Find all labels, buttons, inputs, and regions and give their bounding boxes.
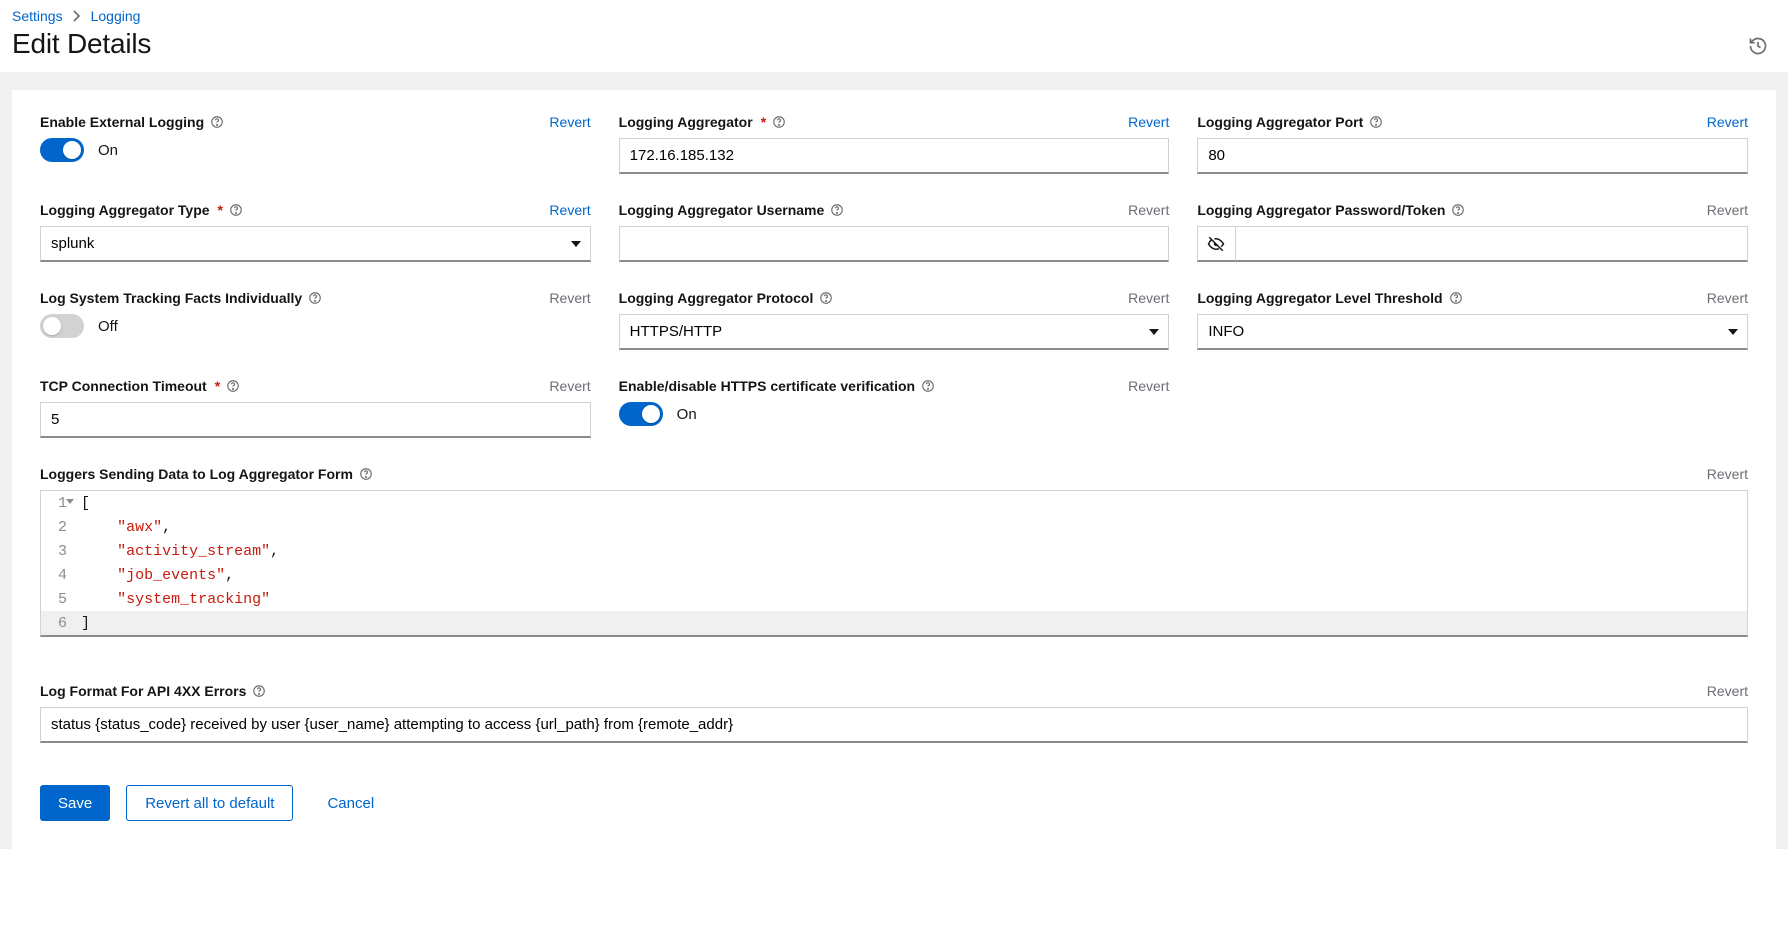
revert-log-system-tracking: Revert <box>549 290 590 306</box>
toggle-log-system-tracking[interactable] <box>40 314 84 338</box>
page-title: Edit Details <box>12 28 1776 60</box>
code-line: 6] <box>41 611 1747 635</box>
label-aggregator-username: Logging Aggregator Username <box>619 202 845 218</box>
toggle-state-text: On <box>98 142 118 159</box>
input-aggregator[interactable] <box>619 138 1170 174</box>
help-icon[interactable] <box>226 379 240 393</box>
field-aggregator-level: Logging Aggregator Level Threshold Rever… <box>1197 290 1748 350</box>
revert-aggregator-port[interactable]: Revert <box>1707 114 1748 130</box>
input-aggregator-password[interactable] <box>1235 226 1748 262</box>
label-enable-external-logging: Enable External Logging <box>40 114 224 130</box>
label-aggregator-type: Logging Aggregator Type* <box>40 202 243 218</box>
help-icon[interactable] <box>359 467 373 481</box>
help-icon[interactable] <box>1451 203 1465 217</box>
revert-aggregator-level: Revert <box>1707 290 1748 306</box>
label-https-verify: Enable/disable HTTPS certificate verific… <box>619 378 935 394</box>
code-line: 5 "system_tracking" <box>41 587 1747 611</box>
field-log-format-4xx: Log Format For API 4XX Errors Revert <box>40 683 1748 743</box>
field-aggregator-port: Logging Aggregator Port Revert <box>1197 114 1748 174</box>
input-log-format-4xx[interactable] <box>40 707 1748 743</box>
input-tcp-timeout[interactable] <box>40 402 591 438</box>
field-aggregator-password: Logging Aggregator Password/Token Revert <box>1197 202 1748 262</box>
label-aggregator-password: Logging Aggregator Password/Token <box>1197 202 1465 218</box>
cancel-button[interactable]: Cancel <box>309 785 392 821</box>
field-aggregator-username: Logging Aggregator Username Revert <box>619 202 1170 262</box>
revert-aggregator-type[interactable]: Revert <box>549 202 590 218</box>
field-aggregator-type: Logging Aggregator Type* Revert <box>40 202 591 262</box>
label-log-system-tracking: Log System Tracking Facts Individually <box>40 290 322 306</box>
breadcrumb-settings-link[interactable]: Settings <box>12 8 63 24</box>
field-aggregator: Logging Aggregator* Revert <box>619 114 1170 174</box>
code-line: 3 "activity_stream", <box>41 539 1747 563</box>
history-icon[interactable] <box>1748 36 1768 56</box>
label-tcp-timeout: TCP Connection Timeout* <box>40 378 240 394</box>
empty-cell <box>1197 378 1748 438</box>
revert-all-button[interactable]: Revert all to default <box>126 785 293 821</box>
field-log-system-tracking: Log System Tracking Facts Individually R… <box>40 290 591 350</box>
revert-enable-external-logging[interactable]: Revert <box>549 114 590 130</box>
help-icon[interactable] <box>772 115 786 129</box>
field-enable-external-logging: Enable External Logging Revert On <box>40 114 591 174</box>
input-aggregator-port[interactable] <box>1197 138 1748 174</box>
help-icon[interactable] <box>229 203 243 217</box>
input-aggregator-username[interactable] <box>619 226 1170 262</box>
help-icon[interactable] <box>1449 291 1463 305</box>
select-aggregator-protocol[interactable] <box>619 314 1170 350</box>
code-line: 1[ <box>41 491 1747 515</box>
revert-https-verify: Revert <box>1128 378 1169 394</box>
revert-loggers-sending: Revert <box>1707 466 1748 482</box>
help-icon[interactable] <box>308 291 322 305</box>
label-aggregator-protocol: Logging Aggregator Protocol <box>619 290 834 306</box>
breadcrumb: Settings Logging <box>12 8 1776 24</box>
help-icon[interactable] <box>252 684 266 698</box>
page-header: Settings Logging Edit Details <box>0 0 1788 72</box>
revert-aggregator-username: Revert <box>1128 202 1169 218</box>
chevron-right-icon <box>73 10 81 22</box>
toggle-enable-external-logging[interactable] <box>40 138 84 162</box>
field-loggers-sending: Loggers Sending Data to Log Aggregator F… <box>40 466 1748 637</box>
revert-tcp-timeout: Revert <box>549 378 590 394</box>
help-icon[interactable] <box>210 115 224 129</box>
form-card: Enable External Logging Revert On Loggin… <box>12 90 1776 849</box>
select-aggregator-level[interactable] <box>1197 314 1748 350</box>
revert-log-format-4xx: Revert <box>1707 683 1748 699</box>
code-editor-loggers[interactable]: 1[2 "awx",3 "activity_stream",4 "job_eve… <box>40 490 1748 637</box>
form-actions: Save Revert all to default Cancel <box>40 785 1748 821</box>
help-icon[interactable] <box>921 379 935 393</box>
label-log-format-4xx: Log Format For API 4XX Errors <box>40 683 266 699</box>
help-icon[interactable] <box>819 291 833 305</box>
save-button[interactable]: Save <box>40 785 110 821</box>
label-loggers-sending: Loggers Sending Data to Log Aggregator F… <box>40 466 373 482</box>
eye-slash-icon[interactable] <box>1197 226 1234 262</box>
code-line: 4 "job_events", <box>41 563 1747 587</box>
revert-aggregator[interactable]: Revert <box>1128 114 1169 130</box>
field-aggregator-protocol: Logging Aggregator Protocol Revert <box>619 290 1170 350</box>
label-aggregator: Logging Aggregator* <box>619 114 786 130</box>
field-https-verify: Enable/disable HTTPS certificate verific… <box>619 378 1170 438</box>
help-icon[interactable] <box>830 203 844 217</box>
revert-aggregator-password: Revert <box>1707 202 1748 218</box>
toggle-state-text: Off <box>98 318 118 335</box>
breadcrumb-logging-link[interactable]: Logging <box>91 8 141 24</box>
toggle-https-verify[interactable] <box>619 402 663 426</box>
label-aggregator-port: Logging Aggregator Port <box>1197 114 1383 130</box>
code-line: 2 "awx", <box>41 515 1747 539</box>
revert-aggregator-protocol: Revert <box>1128 290 1169 306</box>
label-aggregator-level: Logging Aggregator Level Threshold <box>1197 290 1462 306</box>
select-aggregator-type[interactable] <box>40 226 591 262</box>
field-tcp-timeout: TCP Connection Timeout* Revert <box>40 378 591 438</box>
toggle-state-text: On <box>677 406 697 423</box>
help-icon[interactable] <box>1369 115 1383 129</box>
